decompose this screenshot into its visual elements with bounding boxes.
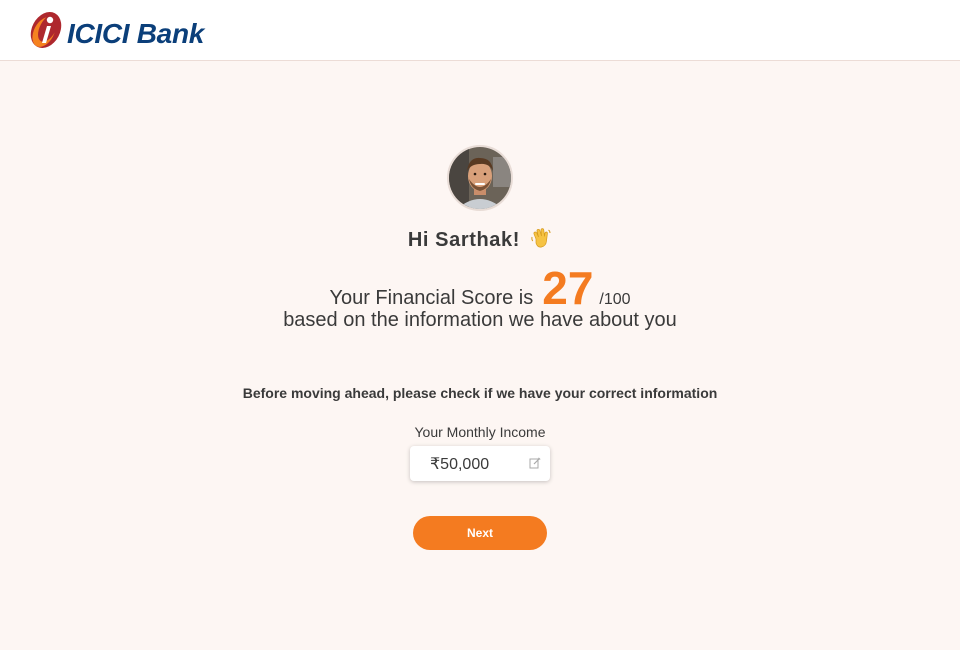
main-content: Hi Sarthak! Your Financial Score is 27 /… bbox=[0, 61, 960, 650]
edit-icon[interactable] bbox=[529, 457, 541, 469]
avatar bbox=[447, 145, 513, 211]
score-subtext: based on the information we have about y… bbox=[283, 309, 677, 331]
income-field[interactable]: ₹50,000 bbox=[410, 446, 550, 481]
greeting: Hi Sarthak! bbox=[0, 227, 960, 255]
avatar-photo bbox=[449, 147, 511, 209]
next-button[interactable]: Next bbox=[413, 516, 547, 550]
waving-hand-icon bbox=[530, 227, 552, 255]
income-value: ₹50,000 bbox=[430, 456, 490, 473]
verification-prompt: Before moving ahead, please check if we … bbox=[242, 385, 718, 401]
greeting-text: Hi Sarthak! bbox=[407, 229, 520, 251]
header: ICICI Bank bbox=[0, 0, 960, 61]
score-label: Your Financial Score is bbox=[329, 287, 534, 309]
score-max: /100 bbox=[599, 291, 631, 308]
financial-score-line: Your Financial Score is 27 /100 bbox=[0, 261, 960, 315]
icici-logo-icon bbox=[30, 11, 62, 48]
income-label: Your Monthly Income bbox=[414, 424, 546, 440]
score-value: 27 bbox=[542, 262, 594, 314]
icici-logo[interactable]: ICICI Bank bbox=[27, 9, 204, 50]
brand-name: ICICI Bank bbox=[67, 18, 205, 49]
